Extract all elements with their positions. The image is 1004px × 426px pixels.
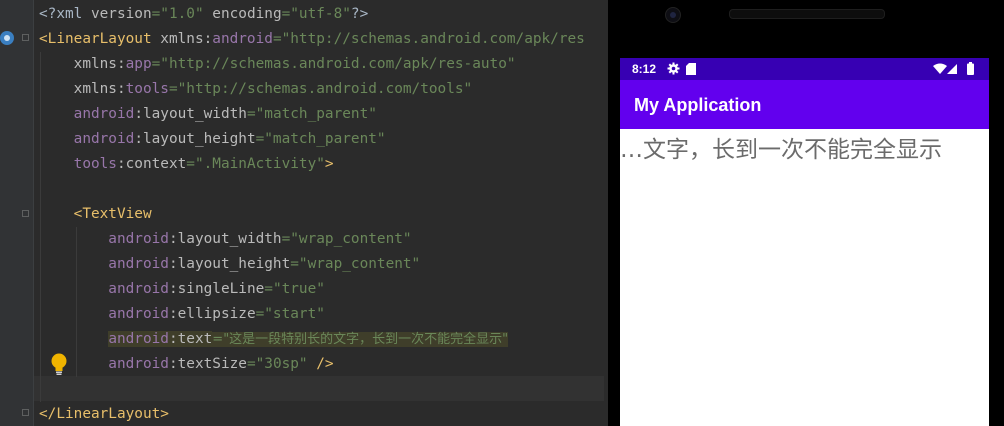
code-line[interactable]: android:layout_width="match_parent" xyxy=(39,102,377,127)
code-token: tools xyxy=(125,81,169,97)
code-token: android xyxy=(39,306,169,322)
code-token: <?xml xyxy=(39,6,91,22)
code-token: :layout_height xyxy=(168,256,291,272)
code-token: xmlns: xyxy=(39,81,126,97)
code-token: ="wrap_content" xyxy=(290,256,421,272)
code-token: :singleLine xyxy=(168,281,265,297)
code-line[interactable]: android:text="这是一段特别长的文字，长到一次不能完全显示" xyxy=(39,327,509,352)
code-token: android xyxy=(108,331,169,347)
android-manifest-icon[interactable] xyxy=(0,31,14,45)
code-line[interactable]: android:layout_width="wrap_content" xyxy=(39,227,412,252)
code-line[interactable]: <?xml version="1.0" encoding="utf-8"?> xyxy=(39,2,368,27)
code-token: xmlns: xyxy=(160,31,213,47)
earpiece-speaker xyxy=(729,9,885,19)
code-line[interactable]: </LinearLayout> xyxy=(39,402,169,426)
code-token: xmlns: xyxy=(39,56,126,72)
code-token: > xyxy=(324,156,334,172)
code-token: :context xyxy=(116,156,187,172)
code-line[interactable]: xmlns:tools="http://schemas.android.com/… xyxy=(39,77,473,102)
code-line[interactable]: xmlns:app="http://schemas.android.com/ap… xyxy=(39,52,516,77)
code-token: ="1.0" xyxy=(151,6,213,22)
code-editor[interactable]: <?xml version="1.0" encoding="utf-8"?> <L… xyxy=(0,0,604,426)
code-token: ="match_parent" xyxy=(255,131,386,147)
gutter-divider xyxy=(33,0,34,426)
code-token: :layout_height xyxy=(134,131,256,147)
code-token: app xyxy=(125,56,152,72)
code-line[interactable]: android:ellipsize="start" xyxy=(39,302,325,327)
code-token: :layout_width xyxy=(134,106,247,122)
code-token: ="http://schemas.android.com/apk/res xyxy=(272,31,585,47)
code-token: :ellipsize xyxy=(168,306,256,322)
wifi-icon xyxy=(933,63,947,74)
code-token: android xyxy=(39,106,135,122)
app-bar: My Application xyxy=(620,80,989,129)
code-token: android xyxy=(39,131,135,147)
code-token: ="30sp" xyxy=(246,356,317,372)
front-camera xyxy=(665,7,681,23)
ide-window: <?xml version="1.0" encoding="utf-8"?> <L… xyxy=(0,0,1004,426)
current-line-highlight xyxy=(34,376,604,401)
code-token: android xyxy=(39,231,169,247)
code-token: <TextView xyxy=(39,206,152,222)
code-line[interactable]: tools:context=".MainActivity"> xyxy=(39,152,334,177)
code-token: :text xyxy=(168,331,213,347)
code-token: <LinearLayout xyxy=(39,31,161,47)
ellipsized-text-view: …文字，长到一次不能完全显示 xyxy=(620,137,942,163)
code-token: ="这是一段特别长的文字，长到一次不能完全显示" xyxy=(212,332,509,347)
code-token: ="wrap_content" xyxy=(281,231,412,247)
code-token: ="utf-8" xyxy=(281,6,351,22)
lightbulb-icon[interactable] xyxy=(50,352,68,376)
code-token: =".MainActivity" xyxy=(186,156,325,172)
fold-marker[interactable] xyxy=(22,409,29,416)
code-line[interactable]: android:textSize="30sp" /> xyxy=(39,352,334,377)
emulator-device: 8:12 My Application …文字，长到一次不能完全显示 xyxy=(608,0,1004,426)
sd-card-icon xyxy=(686,63,696,75)
code-token: /> xyxy=(316,356,334,372)
code-token: android xyxy=(212,31,273,47)
status-time: 8:12 xyxy=(632,62,657,76)
fold-marker[interactable] xyxy=(22,210,29,217)
code-token: encoding xyxy=(212,6,282,22)
code-token: ="match_parent" xyxy=(246,106,377,122)
code-line[interactable]: android:layout_height="match_parent" xyxy=(39,127,386,152)
code-token: ="http://schemas.android.com/apk/res-aut… xyxy=(151,56,516,72)
cell-signal-icon xyxy=(947,64,957,74)
device-screen[interactable]: 8:12 My Application …文字，长到一次不能完全显示 xyxy=(620,58,989,426)
code-token: version xyxy=(90,6,152,22)
code-line[interactable]: android:singleLine="true" xyxy=(39,277,325,302)
code-token: android xyxy=(39,256,169,272)
code-token: ="true" xyxy=(264,281,325,297)
code-token: ="start" xyxy=(255,306,325,322)
code-token: tools xyxy=(39,156,117,172)
code-line[interactable]: <LinearLayout xmlns:android="http://sche… xyxy=(39,27,585,52)
code-token: </LinearLayout> xyxy=(39,406,169,422)
code-token: ="http://schemas.android.com/tools" xyxy=(168,81,473,97)
code-token: :textSize xyxy=(168,356,247,372)
settings-gear-icon xyxy=(667,62,680,75)
code-line[interactable]: <TextView xyxy=(39,202,152,227)
battery-icon xyxy=(967,62,974,75)
code-token: :layout_width xyxy=(168,231,282,247)
code-token: android xyxy=(39,281,169,297)
fold-marker[interactable] xyxy=(22,34,29,41)
app-title: My Application xyxy=(634,95,762,115)
status-bar: 8:12 xyxy=(620,58,989,80)
code-token: ?> xyxy=(350,6,369,22)
code-line[interactable]: android:layout_height="wrap_content" xyxy=(39,252,420,277)
